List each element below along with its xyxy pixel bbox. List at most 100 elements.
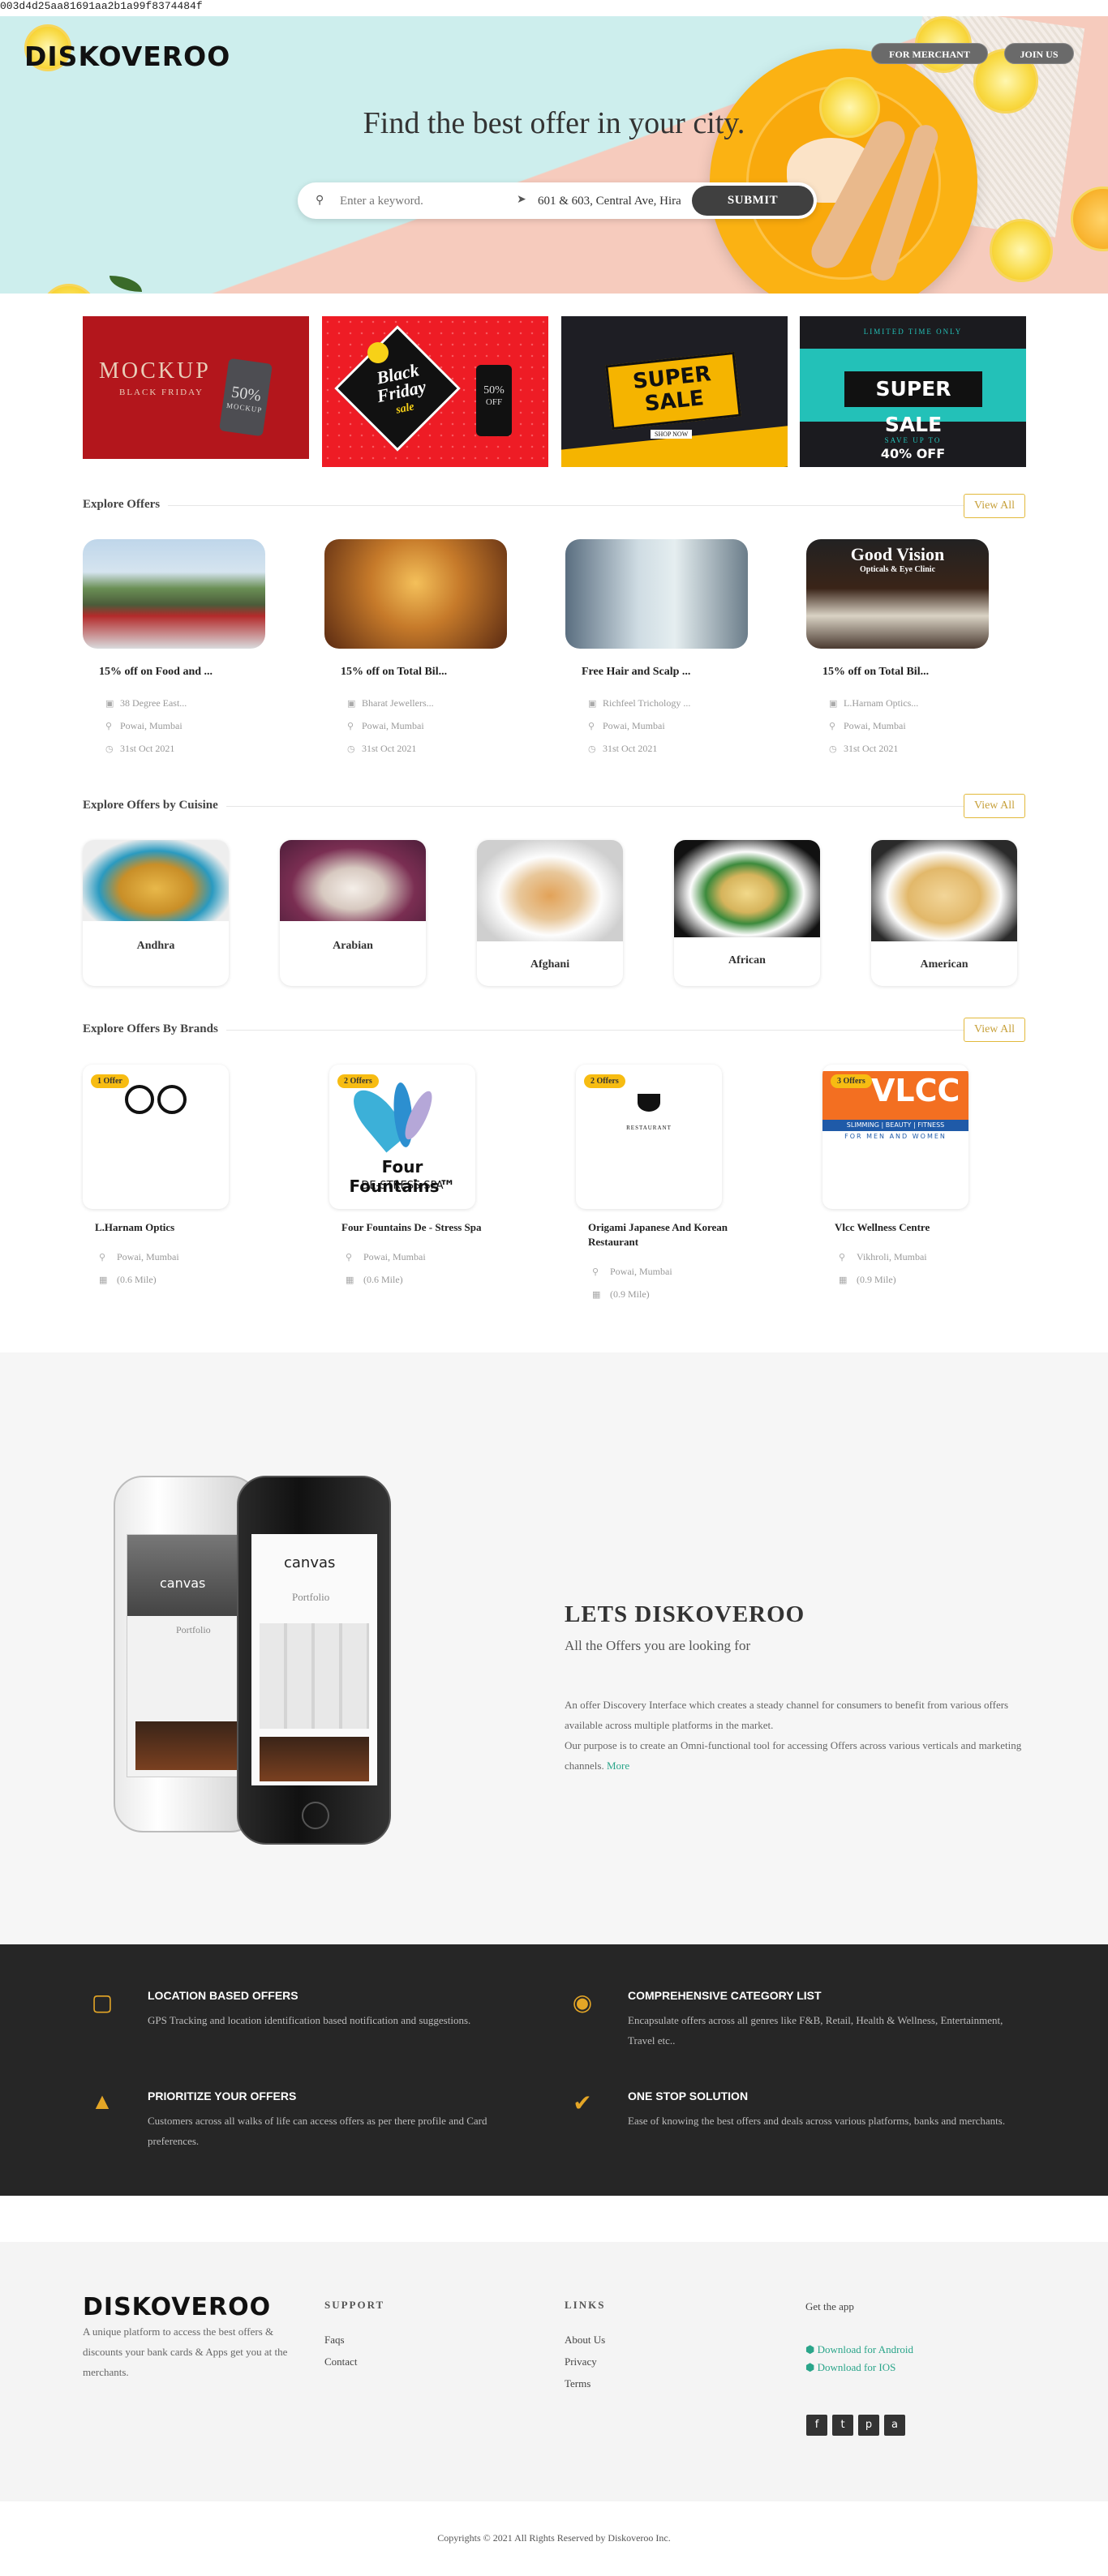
footer-about: A unique platform to access the best off…: [83, 2325, 288, 2378]
keyword-input[interactable]: [340, 192, 510, 210]
brands-view-all-button[interactable]: View All: [964, 1018, 1025, 1042]
brand-card[interactable]: 1 Offer L.Harnam Optics ⚲ Powai, Mumbai ▦…: [83, 1065, 229, 1285]
brand-card[interactable]: 2 Offers RESTAURANT Origami Japanese And…: [576, 1065, 728, 1300]
brand-location-text: Powai, Mumbai: [117, 1251, 179, 1262]
copyright: Copyrights © 2021 All Rights Reserved by…: [437, 2532, 671, 2544]
offer-title: 15% off on Food and ...: [99, 666, 213, 678]
site-logo[interactable]: DISKOVEROO: [24, 41, 230, 72]
more-link[interactable]: More: [607, 1759, 629, 1772]
offer-card[interactable]: Good Vision Opticals & Eye Clinic 15% of…: [806, 539, 989, 754]
app-description: An offer Discovery Interface which creat…: [565, 1695, 1027, 1776]
cuisine-card[interactable]: American: [871, 840, 1017, 986]
submit-button[interactable]: SUBMIT: [692, 186, 814, 216]
offer-date-text: 31st Oct 2021: [120, 743, 175, 754]
footer-link-privacy[interactable]: Privacy: [565, 2355, 597, 2368]
brand-logo-text: RESTAURANT: [626, 1125, 672, 1131]
map-pin-icon: ⚲: [588, 722, 595, 731]
offer-merchant-text: 38 Degree East...: [120, 697, 187, 709]
glasses-logo-left: [125, 1085, 154, 1114]
offer-title: 15% off on Total Bil...: [341, 666, 448, 678]
search-icon: ⚲: [316, 195, 324, 207]
offer-card[interactable]: 15% off on Total Bil... ▣ Bharat Jeweller…: [324, 539, 507, 754]
price-tag-value: 50%: [483, 384, 505, 396]
offer-location: ⚲ Powai, Mumbai: [105, 720, 183, 732]
map-icon: ▦: [839, 1275, 848, 1285]
offer-merchant: ▣ 38 Degree East...: [105, 697, 187, 709]
map-pin-icon: ⚲: [839, 1253, 846, 1262]
join-us-button[interactable]: JOIN US: [1004, 43, 1074, 64]
cuisine-card[interactable]: Andhra: [83, 840, 229, 986]
for-merchant-button[interactable]: FOR MERCHANT: [871, 43, 988, 64]
feature-description: Ease of knowing the best offers and deal…: [628, 2115, 1006, 2127]
map-pin-icon: ⚲: [592, 1267, 599, 1277]
app-paragraph-1: An offer Discovery Interface which creat…: [565, 1699, 1009, 1731]
cuisine-view-all-button[interactable]: View All: [964, 794, 1025, 818]
facebook-icon[interactable]: f: [806, 2415, 827, 2436]
pinterest-icon[interactable]: p: [858, 2415, 879, 2436]
clock-icon: ◷: [588, 744, 596, 754]
footer-link-faqs[interactable]: Faqs: [324, 2334, 345, 2347]
brand-logo-subtext: DE-STRESS SPA: [361, 1180, 444, 1192]
promo-banner-black-friday[interactable]: Black Friday sale 50% OFF: [322, 316, 548, 467]
promo-banner-mockup[interactable]: MOCKUP BLACK FRIDAY 50% MOCKUP: [83, 316, 309, 459]
offer-date: ◷ 31st Oct 2021: [347, 743, 416, 755]
app-subheading: All the Offers you are looking for: [565, 1638, 751, 1653]
download-ios-text: Download for IOS: [817, 2361, 896, 2373]
map-pin-icon: ⚲: [346, 1253, 353, 1262]
cuisine-card[interactable]: African: [674, 840, 820, 986]
promo-banner-super-sale-40[interactable]: LIMITED TIME ONLY SUPER SALE SAVE UP TO …: [800, 316, 1026, 467]
footer-logo[interactable]: DISKOVEROO: [83, 2293, 271, 2321]
phone-screen-title: canvas: [160, 1575, 206, 1591]
offer-card[interactable]: Free Hair and Scalp ... ▣ Richfeel Tricho…: [565, 539, 748, 754]
banner-top-text: LIMITED TIME ONLY: [863, 328, 963, 336]
brand-location-text: Vikhroli, Mumbai: [857, 1251, 927, 1262]
cuisine-image: [477, 840, 623, 941]
offers-view-all-button[interactable]: View All: [964, 494, 1025, 518]
brand-distance: ▦ (0.6 Mile): [346, 1274, 403, 1286]
briefcase-icon: ▣: [105, 699, 114, 709]
offer-date: ◷ 31st Oct 2021: [829, 743, 898, 755]
brand-logo-subtext: SLIMMING | BEAUTY | FITNESS: [822, 1120, 968, 1131]
promo-banner-super-sale[interactable]: SUPER SALE SHOP NOW: [561, 316, 788, 467]
cuisine-image: [871, 840, 1017, 941]
android-icon: ⬢: [805, 2343, 818, 2355]
phone-screen: canvas Portfolio: [127, 1534, 249, 1777]
app-paragraph-2: Our purpose is to create an Omni-functio…: [565, 1739, 1022, 1772]
cuisine-label: Afghani: [530, 958, 570, 971]
download-android-link[interactable]: ⬢ Download for Android: [805, 2343, 913, 2356]
cuisine-card[interactable]: Arabian: [280, 840, 426, 986]
cuisine-card[interactable]: Afghani: [477, 840, 623, 986]
brand-distance-text: (0.9 Mile): [610, 1288, 650, 1300]
banner-discount: 40% OFF: [880, 446, 946, 461]
app-store-icon[interactable]: a: [884, 2415, 905, 2436]
footer-link-about[interactable]: About Us: [565, 2334, 605, 2347]
brand-card[interactable]: 2 Offers Four Fountains™ DE-STRESS SPA F…: [329, 1065, 482, 1285]
feature-description: Customers across all walks of life can a…: [148, 2115, 487, 2147]
brand-card[interactable]: 3 Offers VLCC SLIMMING | BEAUTY | FITNES…: [822, 1065, 968, 1285]
brand-distance-text: (0.9 Mile): [857, 1274, 896, 1285]
footer-link-contact[interactable]: Contact: [324, 2355, 357, 2368]
brand-location: ⚲ Powai, Mumbai: [99, 1251, 179, 1263]
offer-merchant-text: Richfeel Trichology ...: [603, 697, 691, 709]
twitter-icon[interactable]: t: [832, 2415, 853, 2436]
offer-card[interactable]: 15% off on Food and ... ▣ 38 Degree East.…: [83, 539, 265, 754]
location-input[interactable]: [538, 192, 681, 210]
briefcase-icon: ▣: [347, 699, 356, 709]
phone-screen-image: [260, 1737, 369, 1781]
offer-location-text: Powai, Mumbai: [603, 720, 665, 731]
super-sale-box: SUPER SALE: [605, 351, 741, 431]
banner-title: SUPER SALE: [844, 371, 982, 436]
shop-sign-subtext: Opticals & Eye Clinic: [859, 565, 936, 574]
section-title-cuisine: Explore Offers by Cuisine: [83, 799, 226, 812]
download-ios-link[interactable]: ⬢ Download for IOS: [805, 2361, 895, 2374]
feature-title: ONE STOP SOLUTION: [628, 2090, 749, 2102]
offer-location-text: Powai, Mumbai: [362, 720, 424, 731]
offer-title: Free Hair and Scalp ...: [582, 666, 691, 678]
lemon-decoration: [41, 284, 97, 294]
brand-location-text: Powai, Mumbai: [610, 1266, 672, 1277]
offer-merchant-text: L.Harnam Optics...: [844, 697, 919, 709]
clock-icon: ◷: [347, 744, 355, 754]
feature-description: Encapsulate offers across all genres lik…: [628, 2014, 1003, 2047]
briefcase-icon: ▣: [588, 699, 597, 709]
footer-link-terms[interactable]: Terms: [565, 2377, 591, 2390]
